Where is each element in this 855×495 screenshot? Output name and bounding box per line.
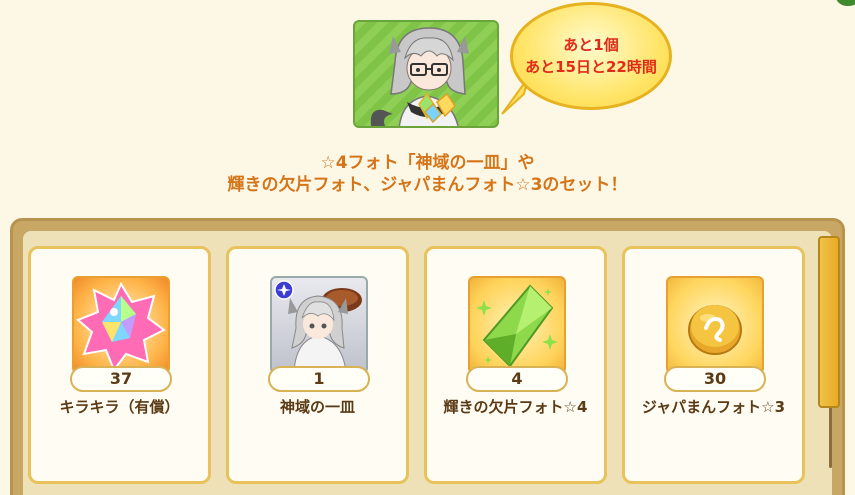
remaining-count-text: あと1個 <box>563 36 619 54</box>
speech-bubble: あと1個 あと15日と22時間 <box>500 2 672 120</box>
item-count: 30 <box>664 366 766 392</box>
japaman-bun-icon <box>666 276 764 374</box>
item-name: キラキラ（有償） <box>59 398 180 416</box>
item-count: 37 <box>70 366 172 392</box>
scrollbar[interactable] <box>816 236 844 476</box>
item-count: 4 <box>466 366 568 392</box>
item-card-3[interactable]: 4 輝きの欠片フォト☆4 <box>424 246 607 484</box>
item-card-2[interactable]: 1 神域の一皿 <box>226 246 409 484</box>
item-name: ジャパまんフォト☆3 <box>641 398 786 416</box>
corner-decoration <box>835 0 855 6</box>
set-description: ☆4フォト「神域の一皿」や 輝きの欠片フォト、ジャパまんフォト☆3のセット！ <box>0 152 855 196</box>
character-illustration <box>370 27 469 126</box>
character-portrait <box>353 20 499 128</box>
description-line-2: 輝きの欠片フォト、ジャパまんフォト☆3のセット！ <box>227 175 628 195</box>
item-name: 神域の一皿 <box>279 398 355 416</box>
green-shard-icon <box>468 276 566 374</box>
item-name: 輝きの欠片フォト☆4 <box>443 398 588 416</box>
bubble-body: あと1個 あと15日と22時間 <box>510 2 672 110</box>
item-card-4[interactable]: 30 ジャパまんフォト☆3 <box>622 246 805 484</box>
item-card-1[interactable]: 37 キラキラ（有償） <box>28 246 211 484</box>
rainbow-crystal-icon <box>72 276 170 374</box>
remaining-time-text: あと15日と22時間 <box>525 58 657 76</box>
scrollbar-thumb[interactable] <box>818 236 840 408</box>
description-line-1: ☆4フォト「神域の一皿」や <box>320 153 535 173</box>
item-count: 1 <box>268 366 370 392</box>
photo-character-icon <box>270 276 368 374</box>
